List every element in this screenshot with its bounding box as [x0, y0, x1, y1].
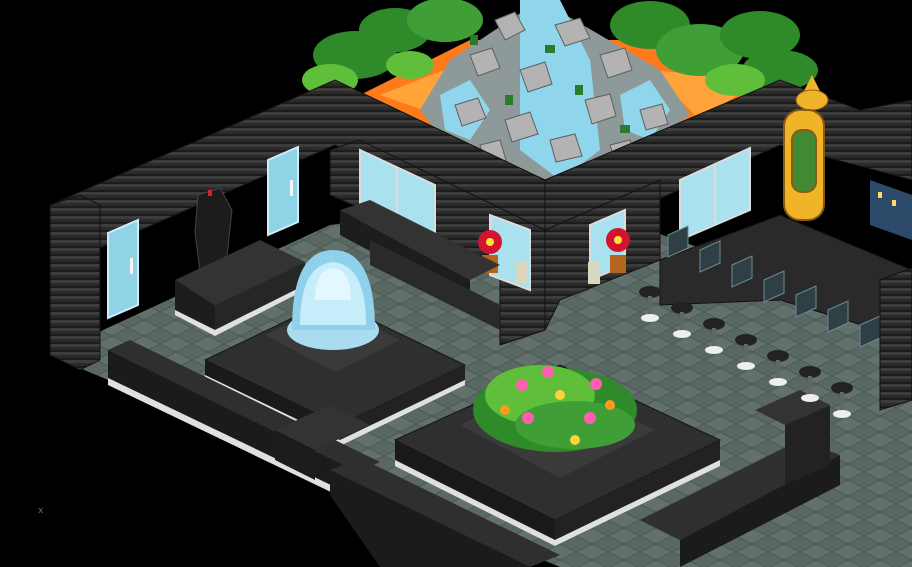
- game-room-scene: [49, 0, 912, 567]
- corner-mark: x: [38, 506, 44, 516]
- vase-right: [588, 262, 600, 284]
- vase-left: [516, 262, 528, 284]
- glass-door-right[interactable]: [267, 145, 299, 237]
- glass-door-left[interactable]: [107, 218, 139, 320]
- wall-left-front: [49, 194, 101, 371]
- wall-right-pillar: [879, 267, 912, 411]
- window-night-city: [870, 180, 912, 240]
